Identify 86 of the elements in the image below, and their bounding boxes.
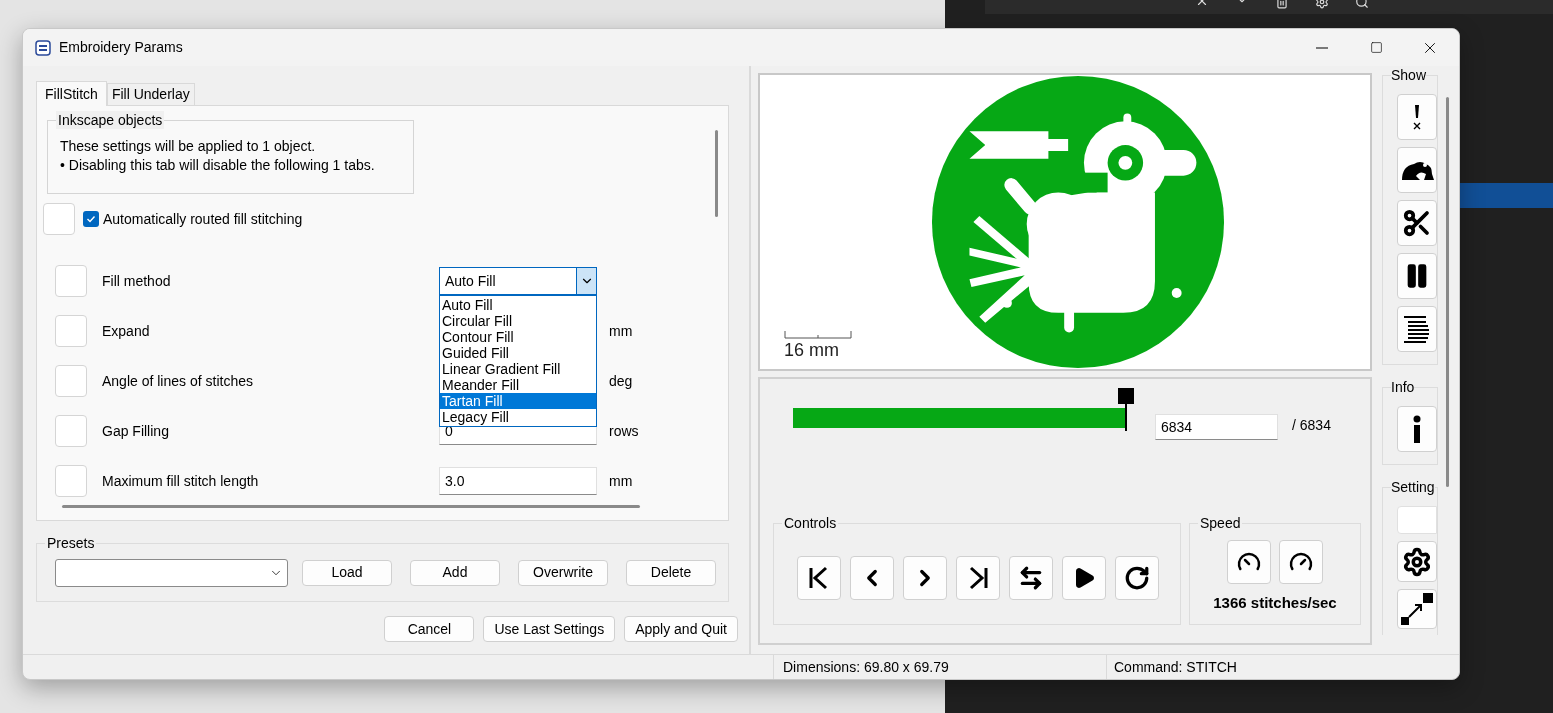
info-text: These settings will be applied to 1 object. [60,137,317,156]
warning-icon [1411,104,1423,130]
toggle-box[interactable] [55,415,87,447]
toggle-box[interactable] [55,365,87,397]
info-icon [1412,415,1422,443]
unit-label: mm [609,471,633,491]
info-text: • Disabling this tab will disable the following 1 tabs. [60,156,376,175]
arrows-left-right-icon [1018,565,1044,591]
toggle-box[interactable] [55,265,87,297]
param-label: Gap Filling [102,421,170,441]
toggle-box[interactable] [55,465,87,497]
stitch-slider[interactable] [791,386,1134,432]
toggle-box[interactable] [55,315,87,347]
horizontal-scrollbar[interactable] [62,505,640,508]
side-scrollbar[interactable] [1446,97,1449,487]
settings-field[interactable] [1397,506,1437,534]
rotate-icon [1124,565,1150,591]
menu-option[interactable]: Circular Fill [440,313,596,329]
preset-button[interactable]: Add [410,559,500,586]
previous-button[interactable] [850,556,894,600]
maximize-icon [1369,41,1383,54]
swap-direction-button[interactable] [1009,556,1053,600]
number-field[interactable]: 3.0 [439,467,597,495]
scale-bar-icon [784,331,852,339]
toggle-button[interactable] [1397,94,1437,140]
vertical-scrollbar[interactable] [715,130,718,217]
dialog-button[interactable]: Use Last Settings [483,616,616,642]
preset-dropdown[interactable] [55,558,288,587]
minimize-icon [1316,46,1328,49]
toggle-button[interactable] [1397,253,1437,299]
toggle-box[interactable] [43,203,75,235]
faster-button[interactable] [1279,540,1323,584]
speed-rate: 1366 stitches/sec [1213,593,1337,613]
check-icon [86,214,96,224]
param-label: Maximum fill stitch length [102,471,260,491]
app-logo-icon [35,39,51,56]
skip-to-end-button[interactable] [956,556,1000,600]
preset-button[interactable]: Load [302,559,392,586]
unit-label: rows [609,421,639,441]
tab[interactable]: FillStitch [36,81,107,106]
scale-label: 16 mm [784,339,840,361]
group-title: Setting [1391,478,1435,496]
menu-option[interactable]: Auto Fill [440,297,596,313]
menu-option[interactable]: Linear Gradient Fill [440,361,596,377]
slower-button[interactable] [1227,540,1271,584]
status-text: Dimensions: 69.80 x 69.79 [773,655,1106,679]
menu-option[interactable]: Meander Fill [440,377,596,393]
preset-button[interactable]: Delete [626,559,716,586]
menu-option[interactable]: Tartan Fill [440,393,596,409]
menu-option[interactable]: Contour Fill [440,329,596,345]
preset-button[interactable]: Overwrite [518,559,608,586]
toggle-button[interactable] [1397,200,1437,246]
skip-to-start-button[interactable] [797,556,841,600]
lines-icon [1402,315,1432,343]
skip-start-icon [808,566,830,590]
param-label: Expand [102,321,151,341]
slider-thumb[interactable] [1118,388,1134,431]
resize-button[interactable] [1397,589,1437,629]
skip-end-icon [967,566,989,590]
status-text: Command: STITCH [1106,655,1459,679]
diagonal-arrow-icon [1399,591,1435,628]
param-label: Angle of lines of stitches [102,371,254,391]
settings-icon [1402,546,1432,577]
play-button[interactable] [1062,556,1106,600]
menu-option[interactable]: Guided Fill [440,345,596,361]
unit-label: deg [609,371,633,391]
checkbox-label: Automatically routed fill stitching [103,209,303,229]
toggle-button[interactable] [1397,306,1437,352]
scissors-icon [1402,208,1432,238]
group-title: Speed [1198,514,1243,532]
group-title: Inkscape objects [56,111,165,129]
checkbox[interactable] [83,211,99,227]
stitch-count-field[interactable]: 6834 [1155,414,1278,440]
unit-label: mm [609,321,633,341]
fill-method-dropdown[interactable]: Auto Fill [439,267,597,295]
toggle-button[interactable] [1397,147,1437,193]
info-button[interactable] [1397,406,1437,452]
window-title: Embroidery Params [59,38,183,57]
restart-button[interactable] [1115,556,1159,600]
dialog-button[interactable]: Apply and Quit [624,616,738,642]
dialog-button[interactable]: Cancel [384,616,475,642]
tab[interactable]: Fill Underlay [106,83,195,105]
stitch-total: / 6834 [1292,415,1331,435]
settings-button[interactable] [1397,540,1437,583]
next-button[interactable] [903,556,947,600]
param-label: Fill method [102,271,172,291]
